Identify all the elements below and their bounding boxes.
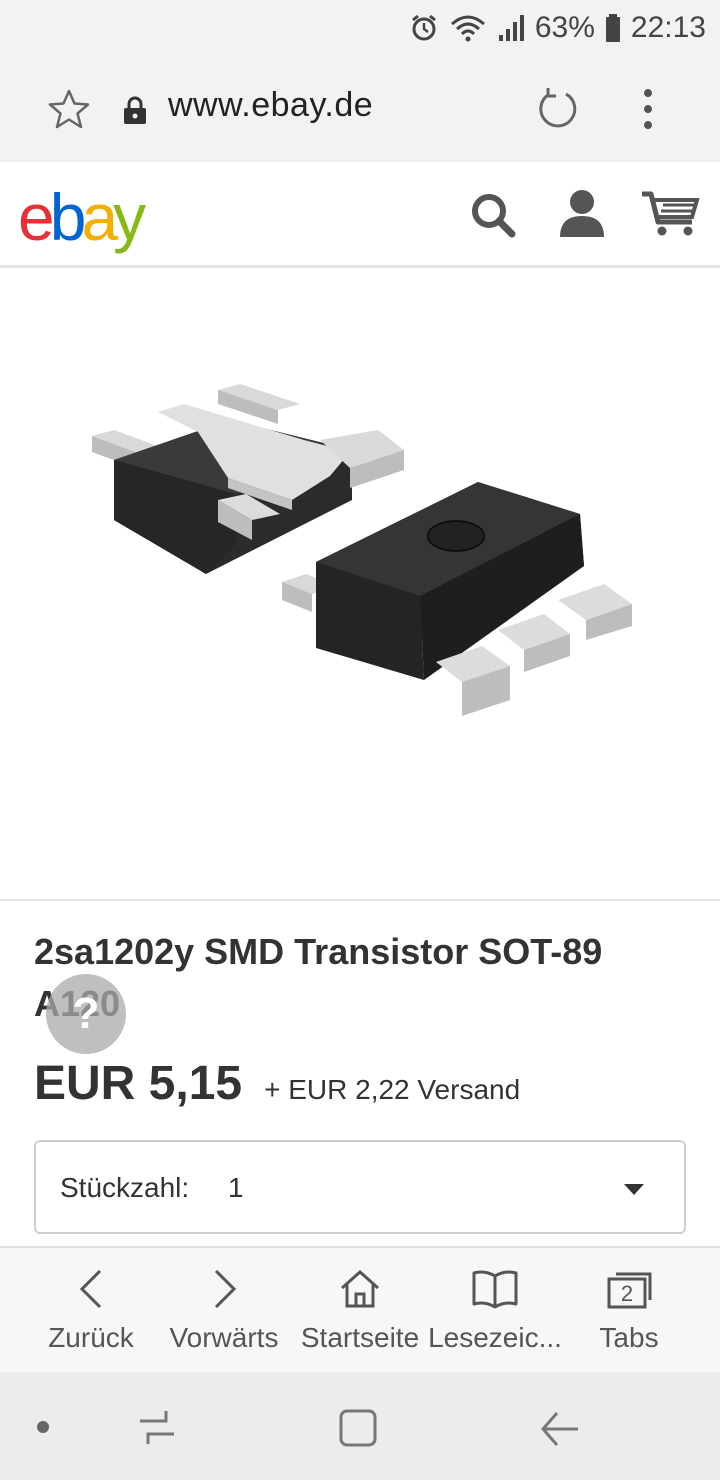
browser-bottom-nav: Zurück Vorwärts Startseite Lesezeic... 2… [0,1246,720,1372]
home-icon [341,1269,379,1308]
bookmarks-icon [472,1270,518,1309]
status-icons: 63% 22:13 [409,8,706,48]
wifi-icon [450,15,485,42]
product-image[interactable] [0,271,720,901]
battery-percent: 63% [534,11,595,44]
nav-forward-label: Vorwärts [169,1322,279,1353]
signal-icon [498,15,524,41]
cart-icon[interactable] [640,190,700,238]
forward-arrow-icon [214,1269,237,1309]
nav-bookmarks[interactable]: Lesezeic... [428,1248,562,1374]
home-button-icon[interactable] [338,1408,378,1448]
url-field[interactable]: www.ebay.de [168,86,373,125]
nav-forward[interactable]: Vorwärts [166,1248,282,1374]
more-vert-icon[interactable] [636,86,660,132]
tabs-count: 2 [621,1281,633,1306]
recents-icon[interactable] [136,1408,178,1448]
star-icon[interactable] [48,88,90,130]
tabs-icon: 2 [607,1272,652,1309]
quantity-select[interactable]: Stückzahl: 1 [34,1140,686,1234]
nav-tabs[interactable]: 2 Tabs [584,1248,674,1374]
nav-tabs-label: Tabs [599,1322,659,1353]
shipping-cost: + EUR 2,22 Versand [264,1074,521,1105]
dot-icon [37,1421,49,1433]
reload-icon[interactable] [536,86,580,130]
logo-letter-y: y [113,180,146,254]
nav-home-label: Startseite [300,1322,420,1353]
chevron-down-icon [624,1184,644,1195]
logo-letter-a: a [81,180,118,254]
product-title: 2sa1202y SMD Transistor SOT-89 A120 [34,931,603,1024]
ebay-header: ebay [0,162,720,268]
ebay-logo[interactable]: ebay [18,180,146,254]
search-icon[interactable] [470,192,516,238]
nav-bookmarks-label: Lesezeic... [428,1322,562,1353]
nav-home[interactable]: Startseite [298,1248,422,1374]
alarm-icon [411,14,436,41]
logo-letter-b: b [49,180,87,254]
status-bar: 63% 22:13 [0,0,720,56]
right-component [282,482,632,716]
nav-back-label: Zurück [48,1322,134,1353]
logo-letter-e: e [18,180,55,254]
quantity-label: Stückzahl: [60,1172,190,1203]
price: EUR 5,15 [34,1057,243,1110]
system-nav-bar [0,1372,720,1480]
browser-toolbar: www.ebay.de [0,56,720,162]
transistor-image [92,384,632,716]
help-button[interactable]: ? [46,974,126,1054]
lock-icon [124,96,146,124]
nav-back[interactable]: Zurück [36,1248,146,1374]
user-icon[interactable] [558,188,606,238]
clock: 22:13 [630,11,706,44]
battery-icon [605,14,620,42]
quantity-value: 1 [228,1172,244,1203]
back-button-icon[interactable] [540,1410,580,1448]
back-arrow-icon [79,1269,102,1309]
price-row: EUR 5,15 + EUR 2,22 Versand [34,1056,520,1116]
